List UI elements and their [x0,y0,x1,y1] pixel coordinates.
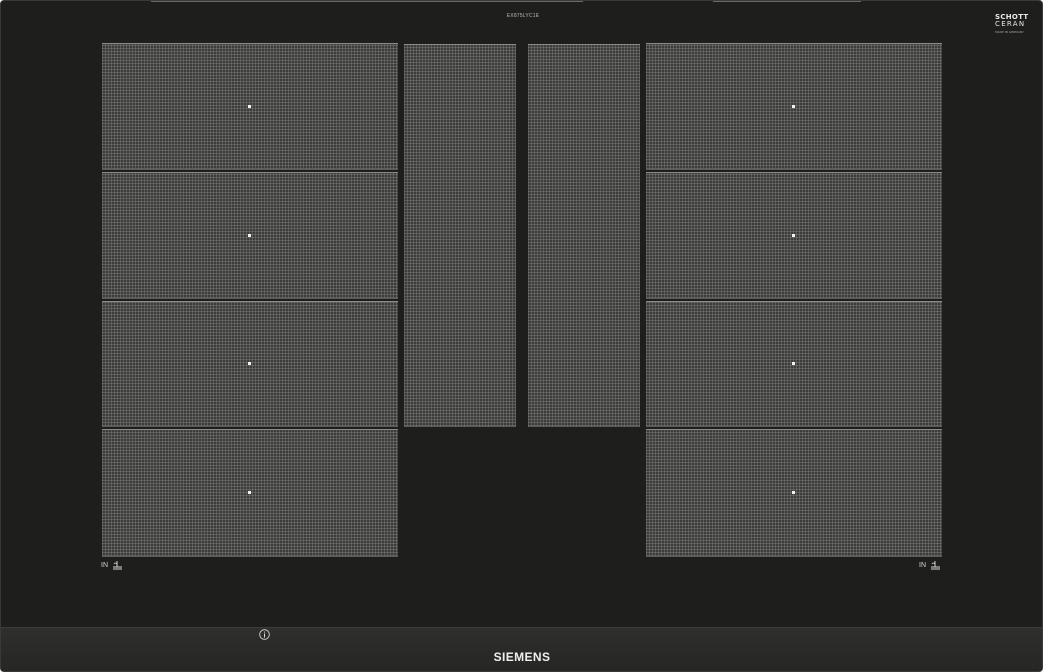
cooking-zone-center-left[interactable] [404,44,516,427]
cooking-zone-center-right[interactable] [528,44,640,427]
zone-marker-icon [248,104,251,108]
cooking-zone-left-4[interactable] [102,429,398,557]
cooktop-glass: EX875LYC1E SCHOTT CERAN MADE IN GERMANY … [0,0,1043,672]
cooking-zone-right-1[interactable] [646,43,942,170]
top-edge-trim [151,1,583,2]
model-number: EX875LYC1E [506,13,540,19]
info-icon[interactable] [259,629,270,640]
cooking-zone-left-2[interactable] [102,172,398,299]
zone-marker-icon [792,491,795,494]
zone-marker-icon [248,491,251,494]
cooking-zone-left-1[interactable] [102,43,398,170]
glass-brand-line2: CERAN [995,20,1026,28]
cooking-zone-left-3[interactable] [102,301,398,427]
glass-brand-logo: SCHOTT CERAN MADE IN GERMANY [995,14,1028,35]
flex-label-text: IN [101,561,108,569]
zone-marker-icon [248,362,251,365]
brand-logo: SIEMENS [493,650,551,664]
glass-brand-line3: MADE IN GERMANY [995,30,1024,34]
cooking-zone-right-3[interactable] [646,301,942,427]
flex-label-text: IN [919,561,926,569]
cooking-zone-right-4[interactable] [646,429,942,557]
cooking-zone-right-2[interactable] [646,172,942,299]
zone-marker-icon [248,233,251,237]
zone-marker-icon [792,104,795,108]
top-edge-trim [713,1,861,2]
flex-induction-icon [931,560,940,569]
flex-zone-label-left: IN [101,559,123,571]
zone-marker-icon [792,233,795,237]
flex-zone-label-right: IN [919,559,941,571]
zone-marker-icon [792,362,795,365]
flex-induction-icon [113,560,122,569]
